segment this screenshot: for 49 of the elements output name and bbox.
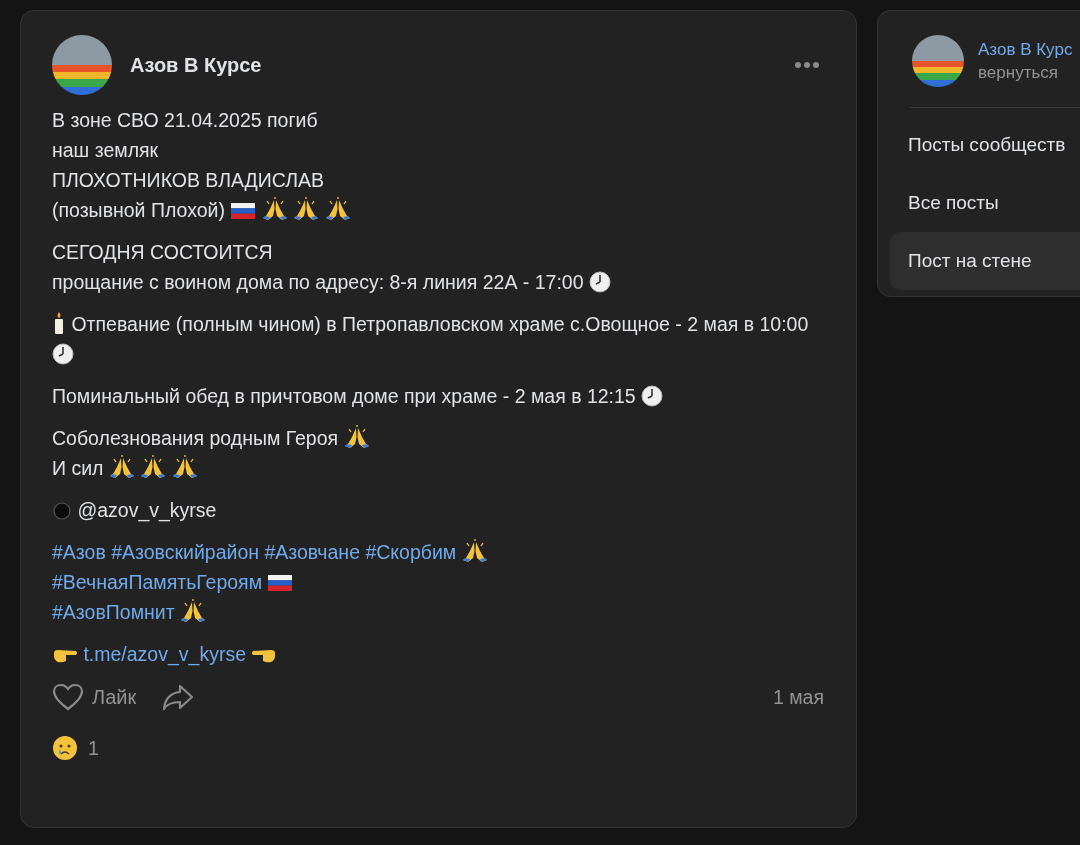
- avatar-image[interactable]: [912, 35, 964, 87]
- post-text: В зоне СВО 21.04.2025 погиб: [52, 109, 318, 131]
- post-text: Поминальный обед в причтовом доме при храме - 2 мая в 12:15: [52, 385, 636, 407]
- candle-icon: [52, 311, 66, 335]
- post-date: 1 мая: [772, 685, 824, 709]
- dot-icon: [52, 501, 72, 521]
- praying-hands-icon: [171, 455, 198, 479]
- hashtag-link[interactable]: #АзовПомнит: [52, 601, 175, 623]
- menu-item[interactable]: Пост на стене: [890, 232, 1080, 290]
- post-text: ПЛОХОТНИКОВ ВЛАДИСЛАВ: [52, 169, 325, 191]
- share-icon[interactable]: [162, 683, 195, 711]
- flag-icon: [267, 573, 294, 593]
- menu-item[interactable]: Все посты: [890, 174, 1080, 232]
- post-text: прощание с воином дома по адресу: 8-я линия 22А - 17:00: [52, 271, 584, 293]
- heart-icon: [52, 683, 84, 711]
- praying-hands-icon: [261, 197, 288, 221]
- crying-face-icon[interactable]: [52, 735, 78, 761]
- praying-hands-icon: [324, 197, 351, 221]
- post-text: СЕГОДНЯ СОСТОИТСЯ: [52, 241, 273, 263]
- praying-hands-icon: [180, 599, 207, 623]
- like-button[interactable]: Лайк: [52, 683, 137, 711]
- back-link[interactable]: вернуться: [978, 62, 1073, 83]
- group-name-link[interactable]: Азов В Курс: [978, 39, 1073, 60]
- post-text: И сил: [52, 457, 104, 479]
- hashtag-link[interactable]: #Азовчане: [264, 541, 360, 563]
- hashtag-link[interactable]: #Скорбим: [365, 541, 457, 563]
- author-name[interactable]: Азов В Курсе: [130, 53, 776, 77]
- avatar-image[interactable]: [52, 35, 112, 95]
- post-text: Соболезнования родным Героя: [52, 427, 339, 449]
- menu-item[interactable]: Посты сообществ: [890, 116, 1080, 174]
- more-options-icon[interactable]: [794, 61, 820, 69]
- hashtag-link[interactable]: #Азов: [52, 541, 106, 563]
- praying-hands-icon: [140, 455, 167, 479]
- clock-icon: [641, 385, 664, 407]
- post-text: @azov_v_kyrse: [77, 499, 217, 521]
- praying-hands-icon: [343, 425, 370, 449]
- clock-icon: [589, 271, 611, 293]
- reaction-count: 1: [88, 736, 99, 760]
- praying-hands-icon: [108, 455, 135, 479]
- hashtag-link[interactable]: #ВечнаяПамятьГероям: [52, 571, 263, 593]
- post-text: наш земляк: [52, 139, 159, 161]
- hashtag-link[interactable]: #Азовскийрайон: [111, 541, 260, 563]
- praying-hands-icon: [461, 539, 488, 563]
- praying-hands-icon: [293, 197, 320, 221]
- url-link[interactable]: t.me/azov_v_kyrse: [83, 643, 246, 665]
- post-text: (позывной Плохой): [52, 199, 225, 221]
- post-text: Отпевание (полным чином) в Петропавловском храме с.Овощное - 2 мая в 10:00: [71, 313, 809, 335]
- flag-icon: [230, 201, 257, 221]
- clock-icon: [52, 343, 74, 365]
